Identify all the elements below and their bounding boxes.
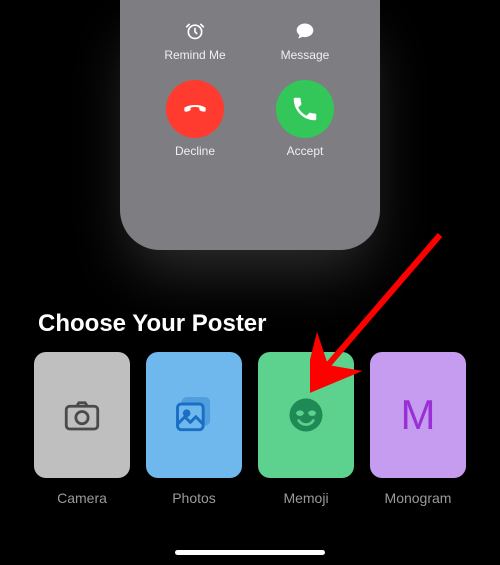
decline-label: Decline bbox=[175, 144, 215, 158]
accept-label: Accept bbox=[287, 144, 324, 158]
decline-action[interactable]: Decline bbox=[155, 80, 235, 158]
call-quick-actions: Remind Me Message bbox=[120, 20, 380, 62]
photos-card bbox=[146, 352, 242, 478]
phone-down-icon bbox=[166, 80, 224, 138]
accept-action[interactable]: Accept bbox=[265, 80, 345, 158]
poster-label-monogram: Monogram bbox=[385, 490, 452, 506]
poster-option-memoji[interactable]: Memoji bbox=[258, 352, 354, 506]
phone-icon bbox=[276, 80, 334, 138]
section-title: Choose Your Poster bbox=[38, 310, 267, 338]
monogram-card: M bbox=[370, 352, 466, 478]
poster-label-camera: Camera bbox=[57, 490, 107, 506]
alarm-icon bbox=[184, 20, 206, 42]
poster-label-memoji: Memoji bbox=[283, 490, 328, 506]
memoji-card bbox=[258, 352, 354, 478]
camera-card bbox=[34, 352, 130, 478]
call-main-actions: Decline Accept bbox=[120, 80, 380, 158]
message-action[interactable]: Message bbox=[265, 20, 345, 62]
message-label: Message bbox=[281, 48, 330, 62]
photos-icon bbox=[172, 393, 216, 437]
poster-option-camera[interactable]: Camera bbox=[34, 352, 130, 506]
poster-label-photos: Photos bbox=[172, 490, 216, 506]
poster-option-monogram[interactable]: M Monogram bbox=[370, 352, 466, 506]
call-screen-preview: Remind Me Message Decline Accept bbox=[120, 0, 380, 250]
remind-me-action[interactable]: Remind Me bbox=[155, 20, 235, 62]
message-icon bbox=[294, 20, 316, 42]
home-indicator[interactable] bbox=[175, 550, 325, 555]
memoji-icon bbox=[284, 393, 328, 437]
remind-me-label: Remind Me bbox=[164, 48, 225, 62]
monogram-letter: M bbox=[401, 391, 436, 439]
camera-icon bbox=[61, 394, 103, 436]
poster-option-photos[interactable]: Photos bbox=[146, 352, 242, 506]
poster-options-row: Camera Photos Memoji M Monogram bbox=[0, 352, 500, 506]
